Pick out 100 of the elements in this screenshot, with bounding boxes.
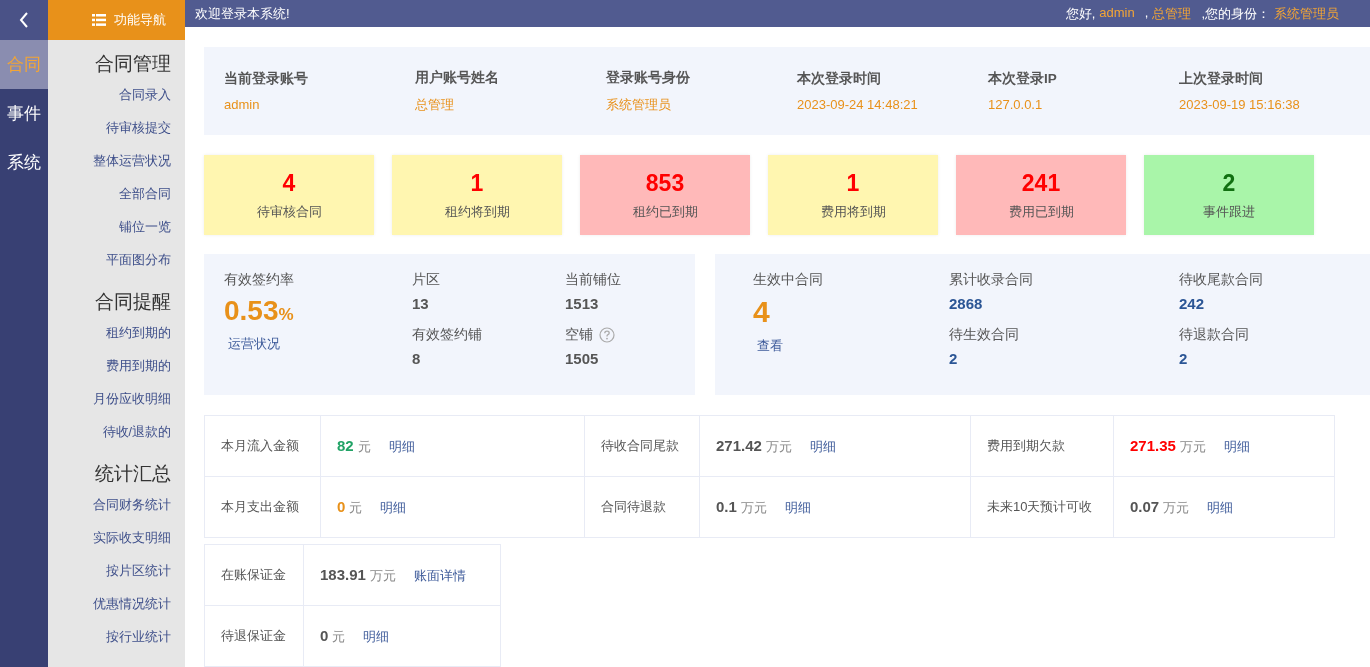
detail-link[interactable]: 明细: [1207, 499, 1234, 515]
greeting-text: 您好,: [1065, 4, 1096, 23]
stat-label: 待审核合同: [256, 202, 322, 221]
stat-label: 租约将到期: [444, 202, 510, 221]
metric-value: 242: [1179, 295, 1206, 312]
metric-value: 8: [412, 350, 422, 367]
stat-value: 1: [846, 169, 860, 197]
detail-link[interactable]: 明细: [1223, 438, 1250, 454]
table-cell: 本月流入金额: [204, 415, 321, 477]
info-label: 用户账号姓名: [415, 68, 500, 87]
amount-value: 0.07: [1130, 497, 1160, 515]
stat-card[interactable]: 2 事件跟进: [1144, 155, 1314, 235]
metric-label: 片区: [412, 271, 440, 289]
detail-link[interactable]: 明细: [380, 499, 407, 515]
username: admin: [1099, 4, 1135, 22]
info-label: 当前登录账号: [224, 70, 309, 88]
info-value: 2023-09-24 14:48:21: [797, 97, 919, 112]
help-icon[interactable]: [599, 327, 615, 343]
stat-value: 4: [282, 169, 296, 197]
info-value: admin: [224, 97, 261, 112]
stat-label: 费用将到期: [820, 202, 886, 221]
stat-value: 853: [645, 169, 685, 197]
role-label: ,您的身份：: [1201, 4, 1270, 23]
nav-link[interactable]: 平面图分布: [106, 249, 171, 282]
stat-card[interactable]: 241 费用已到期: [956, 155, 1126, 235]
nav-title: 功能导航: [114, 11, 166, 29]
unit-text: 万元: [740, 499, 767, 515]
metric-label: 待退款合同: [1179, 326, 1250, 344]
nav-group-title: 统计汇总: [95, 462, 171, 486]
metric-value: 1513: [565, 295, 600, 312]
nav-link[interactable]: 按片区统计: [106, 560, 171, 593]
user-role: 系统管理员: [1274, 4, 1339, 23]
stat-card[interactable]: 1 费用将到期: [768, 155, 938, 235]
amount-value: 0.1: [716, 497, 737, 515]
nav-link[interactable]: 优惠情况统计: [93, 593, 171, 626]
stat-value: 2: [1222, 169, 1236, 197]
nav-link[interactable]: 全部合同: [119, 183, 171, 216]
detail-link[interactable]: 明细: [784, 499, 811, 515]
metric-label: 当前铺位: [565, 271, 621, 289]
amount-value: 0: [337, 497, 346, 515]
nav-link[interactable]: 按行业统计: [106, 626, 171, 659]
nav-link[interactable]: 合同录入: [119, 84, 171, 117]
nav-link[interactable]: 待审核提交: [106, 117, 171, 150]
info-value: 系统管理员: [606, 95, 672, 114]
rate-label: 有效签约率: [224, 271, 295, 289]
unit-text: 万元: [369, 567, 396, 583]
stat-card[interactable]: 4 待审核合同: [204, 155, 374, 235]
info-value: 总管理: [415, 95, 455, 114]
metric-label: 待生效合同: [949, 326, 1020, 344]
user-name: 总管理: [1152, 4, 1192, 23]
nav-link[interactable]: 待收/退款的: [102, 421, 171, 454]
nav-link[interactable]: 整体运营状况: [93, 150, 171, 183]
metric-value: 2: [949, 350, 959, 367]
unit-text: 万元: [1163, 499, 1190, 515]
chevron-left-icon: [19, 12, 29, 28]
unit-text: 万元: [1179, 438, 1206, 454]
nav-group-title: 合同提醒: [95, 290, 171, 314]
stat-card[interactable]: 853 租约已到期: [580, 155, 750, 235]
amount-value: 183.91: [320, 565, 366, 583]
metric-value: 13: [412, 295, 430, 312]
metric-label: 空铺: [565, 326, 593, 344]
operations-link[interactable]: 运营状况: [228, 335, 412, 353]
unit-text: 元: [332, 628, 346, 644]
nav-link[interactable]: 实际收支明细: [93, 527, 171, 560]
metric-value: 2: [1179, 350, 1189, 367]
nav-link[interactable]: 合同财务统计: [93, 494, 171, 527]
stat-card[interactable]: 1 租约将到期: [392, 155, 562, 235]
list-icon: [92, 14, 106, 26]
view-link[interactable]: 查看: [757, 337, 949, 355]
stat-label: 事件跟进: [1203, 202, 1255, 221]
info-label: 本次登录IP: [988, 70, 1058, 88]
collapse-button[interactable]: [0, 0, 48, 40]
module-tab[interactable]: 系统: [0, 138, 48, 187]
rate-value: 0.53%: [224, 295, 295, 327]
table-cell: 待收合同尾款: [584, 415, 700, 477]
module-tab[interactable]: 事件: [0, 89, 48, 138]
nav-link[interactable]: 租约到期的: [106, 322, 171, 355]
nav-link[interactable]: 铺位一览: [119, 216, 171, 249]
stat-label: 租约已到期: [632, 202, 698, 221]
active-contracts-value: 4: [753, 295, 771, 329]
metric-label: 待收尾款合同: [1179, 271, 1264, 289]
info-label: 本次登录时间: [797, 70, 882, 88]
table-cell: 合同待退款: [584, 476, 700, 538]
metric-label: 累计收录合同: [949, 271, 1034, 289]
nav-link[interactable]: 费用到期的: [106, 355, 171, 388]
welcome-text: 欢迎登录本系统!: [195, 4, 290, 23]
nav-group-title: 合同管理: [95, 52, 171, 76]
metric-value: 2868: [949, 295, 984, 312]
detail-link[interactable]: 账面详情: [413, 567, 466, 583]
info-label: 上次登录时间: [1179, 70, 1264, 88]
amount-value: 271.35: [1130, 436, 1176, 454]
nav-link[interactable]: 月份应收明细: [93, 388, 171, 421]
table-cell: 未来10天预计可收: [970, 476, 1114, 538]
detail-link[interactable]: 明细: [388, 438, 415, 454]
stat-label: 费用已到期: [1008, 202, 1074, 221]
table-cell: 本月支出金额: [204, 476, 321, 538]
detail-link[interactable]: 明细: [809, 438, 836, 454]
detail-link[interactable]: 明细: [363, 628, 390, 644]
separator-text: ,: [1144, 4, 1149, 22]
stat-value: 1: [470, 169, 484, 197]
